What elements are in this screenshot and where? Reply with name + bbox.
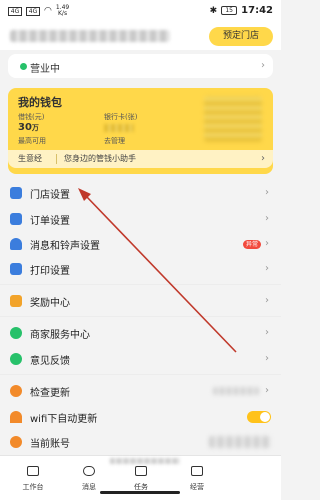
section-divider (0, 316, 281, 317)
version-redacted (213, 387, 259, 395)
chevron-right-icon: › (265, 295, 269, 306)
assistant-banner[interactable]: 生意经 您身边的管钱小助手 › (8, 150, 273, 168)
battery-icon: 15 (221, 6, 238, 15)
clock: 17:42 (241, 5, 273, 16)
chevron-right-icon: › (265, 327, 269, 338)
menu-item-label: 打印设置 (30, 266, 70, 277)
menu-item-store-settings[interactable]: 门店设置 › (0, 180, 281, 206)
menu-item-label: 商家服务中心 (30, 330, 90, 341)
menu-item-order-settings[interactable]: 订单设置 › (0, 206, 281, 232)
menu-item-current-account[interactable]: 当前账号 (0, 429, 281, 455)
refresh-icon (10, 385, 22, 397)
assistant-divider (56, 154, 57, 164)
wallet-card[interactable]: 我的钱包 借钱(元) 银行卡(张) 30万 最高可用 去管理 生意经 您身边的管… (8, 88, 273, 174)
menu-item-label: 消息和铃声设置 (30, 241, 100, 252)
wifi-auto-update-toggle[interactable] (247, 411, 271, 423)
signal-icon-2: 4G (26, 6, 40, 16)
chevron-right-icon: › (261, 60, 265, 71)
menu-item-label: 门店设置 (30, 190, 70, 201)
bell-icon (10, 238, 22, 250)
wifi-status-icon: ◠ (44, 6, 52, 16)
menu-item-label: 意见反馈 (30, 356, 70, 367)
network-speed: 1.49 K/s (55, 4, 70, 17)
alert-badge: 异常 (242, 240, 261, 249)
section-divider (0, 374, 281, 375)
menu-item-feedback[interactable]: 意见反馈 › (0, 346, 281, 372)
balance-caption: 借钱(元) (18, 113, 45, 121)
menu-item-label: 订单设置 (30, 216, 70, 227)
bank-card-count-redacted (104, 124, 134, 132)
chevron-right-icon: › (265, 187, 269, 198)
chevron-right-icon: › (265, 263, 269, 274)
menu-item-wifi-auto-update[interactable]: wifi下自动更新 (0, 404, 281, 430)
menu-item-label: 当前账号 (30, 439, 70, 450)
task-icon (135, 466, 147, 476)
signal-icon: 4G (8, 6, 22, 16)
menu-item-label: wifi下自动更新 (30, 414, 98, 425)
chevron-right-icon: › (261, 153, 265, 164)
headset-icon (10, 327, 22, 339)
status-bar: 4G 4G ◠ 1.49 K/s ✱ 15 17:42 (0, 0, 281, 24)
feedback-icon (10, 353, 22, 365)
wallet-title: 我的钱包 (18, 96, 62, 109)
user-icon (10, 436, 22, 448)
nav-workbench[interactable]: 工作台 (8, 466, 58, 498)
bank-card-note[interactable]: 去管理 (104, 136, 125, 146)
menu-item-print-settings[interactable]: 打印设置 › (0, 256, 281, 282)
business-status-row[interactable]: 营业中 › (8, 54, 273, 78)
account-redacted (209, 436, 271, 448)
status-dot-icon (20, 63, 27, 70)
message-icon (83, 466, 95, 476)
assistant-tag: 生意经 (18, 154, 42, 163)
wifi-icon (10, 411, 22, 423)
workbench-icon (27, 466, 39, 476)
menu-item-label: 奖励中心 (30, 298, 70, 309)
gift-icon (10, 295, 22, 307)
menu-item-label: 检查更新 (30, 388, 70, 399)
menu-item-rewards-center[interactable]: 奖励中心 › (0, 288, 281, 314)
balance-note: 最高可用 (18, 137, 46, 145)
menu-item-message-settings[interactable]: 消息和铃声设置 异常 › (0, 231, 281, 257)
business-status-label: 营业中 (30, 64, 60, 75)
bluetooth-icon: ✱ (209, 5, 218, 16)
menu-item-check-update[interactable]: 检查更新 › (0, 378, 281, 404)
section-divider (0, 284, 281, 285)
store-icon (10, 187, 22, 199)
wallet-redacted-block (204, 96, 262, 142)
home-indicator (100, 491, 180, 494)
chevron-right-icon: › (265, 385, 269, 396)
store-name-redacted (10, 30, 170, 42)
chevron-right-icon: › (265, 213, 269, 224)
chevron-right-icon: › (265, 353, 269, 364)
menu-item-merchant-service[interactable]: 商家服务中心 › (0, 320, 281, 346)
balance-value[interactable]: 30万 (18, 122, 39, 133)
bank-card-caption: 银行卡(张) (104, 113, 138, 121)
assistant-text: 您身边的管钱小助手 (64, 154, 136, 163)
nav-label: 工作台 (22, 483, 44, 491)
order-icon (10, 213, 22, 225)
store-header: 预定门店 (0, 24, 281, 50)
business-icon (191, 466, 203, 476)
preset-store-button[interactable]: 预定门店 (209, 27, 273, 46)
printer-icon (10, 263, 22, 275)
version-text-redacted (110, 458, 180, 464)
chevron-right-icon: › (265, 238, 269, 249)
